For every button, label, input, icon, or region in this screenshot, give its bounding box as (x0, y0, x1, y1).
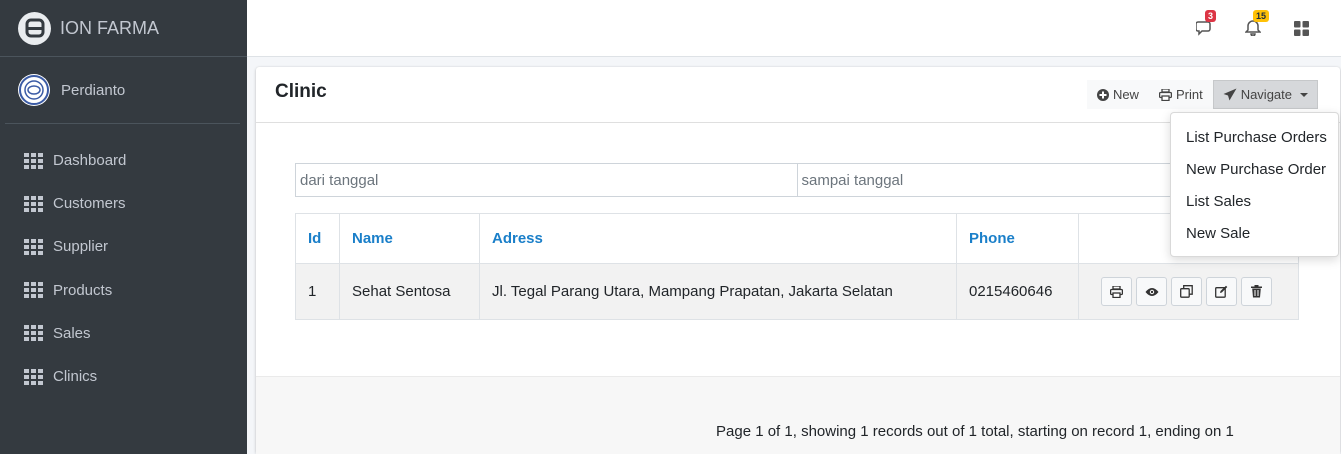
navigate-dropdown-menu: List Purchase Orders New Purchase Order … (1170, 112, 1339, 257)
trash-icon (1251, 285, 1262, 298)
page-title: Clinic (275, 81, 327, 102)
date-filter (295, 163, 1299, 197)
apps-button[interactable] (1277, 16, 1325, 40)
messages-badge: 3 (1205, 10, 1217, 22)
sidebar-item-label: Dashboard (53, 152, 127, 170)
column-header-address[interactable]: Adress (479, 213, 957, 264)
notifications-badge: 15 (1253, 10, 1270, 22)
edit-icon (1215, 285, 1228, 298)
cell-name: Sehat Sentosa (339, 263, 480, 320)
row-print-button[interactable] (1101, 277, 1132, 306)
sidebar-item-label: Clinics (53, 368, 98, 386)
new-label: New (1112, 87, 1139, 102)
eye-icon (1145, 287, 1158, 296)
toolbar: New Print Navigate (1086, 80, 1318, 109)
sidebar-item-sales[interactable]: Sales (0, 312, 247, 355)
user-panel[interactable]: Perdianto (5, 57, 240, 124)
bell-icon (1245, 20, 1261, 36)
user-name: Perdianto (61, 81, 126, 99)
print-icon (1110, 285, 1123, 298)
menu-item-new-sale[interactable]: New Sale (1171, 217, 1338, 249)
sidebar-item-dashboard[interactable]: Dashboard (0, 139, 247, 182)
pagination-summary: Page 1 of 1, showing 1 records out of 1 … (716, 423, 1234, 440)
menu-item-new-purchase-order[interactable]: New Purchase Order (1171, 153, 1338, 185)
brand-link[interactable]: ION FARMA (0, 0, 247, 57)
sidebar-item-products[interactable]: Products (0, 269, 247, 312)
sidebar-item-customers[interactable]: Customers (0, 182, 247, 225)
cell-id: 1 (295, 263, 340, 320)
grid-icon (24, 325, 43, 342)
comments-icon (1196, 21, 1211, 36)
navigate-dropdown-button[interactable]: Navigate (1212, 80, 1318, 109)
notifications-button[interactable]: 15 (1229, 10, 1277, 40)
sidebar: ION FARMA Perdianto Dashboard Customers … (0, 0, 247, 454)
column-header-name[interactable]: Name (339, 213, 480, 264)
topbar: 3 15 (247, 0, 1341, 57)
grid-icon (24, 195, 43, 212)
print-label: Print (1175, 87, 1203, 102)
menu-item-list-sales[interactable]: List Sales (1171, 185, 1338, 217)
row-copy-button[interactable] (1171, 277, 1202, 306)
cell-actions (1078, 263, 1299, 320)
sidebar-item-label: Customers (53, 195, 126, 213)
row-view-button[interactable] (1136, 277, 1167, 306)
cell-address: Jl. Tegal Parang Utara, Mampang Prapatan… (479, 263, 957, 320)
print-icon (1158, 88, 1172, 101)
sidebar-item-clinics[interactable]: Clinics (0, 355, 247, 398)
avatar (18, 74, 50, 106)
th-large-icon (1293, 20, 1309, 36)
row-edit-button[interactable] (1206, 277, 1237, 306)
grid-icon (24, 282, 43, 299)
card-footer: Page 1 of 1, showing 1 records out of 1 … (256, 376, 1340, 454)
navigate-label: Navigate (1240, 87, 1292, 102)
date-from-input[interactable] (295, 163, 798, 197)
grid-icon (24, 152, 43, 169)
sidebar-item-supplier[interactable]: Supplier (0, 225, 247, 268)
sidebar-item-label: Supplier (53, 238, 109, 256)
column-header-id[interactable]: Id (295, 213, 340, 264)
messages-button[interactable]: 3 (1181, 10, 1229, 40)
cell-phone: 0215460646 (956, 263, 1079, 320)
table-header-row: Id Name Adress Phone (295, 213, 1299, 264)
plus-circle-icon (1096, 88, 1109, 101)
table-row: 1 Sehat Sentosa Jl. Tegal Parang Utara, … (295, 263, 1299, 320)
menu-item-list-purchase-orders[interactable]: List Purchase Orders (1171, 121, 1338, 153)
paper-plane-icon (1223, 88, 1237, 101)
print-button[interactable]: Print (1148, 80, 1213, 109)
brand-logo-icon (18, 11, 51, 45)
grid-icon (24, 238, 43, 255)
sidebar-item-label: Products (53, 281, 113, 299)
new-button[interactable]: New (1086, 80, 1149, 109)
copy-icon (1180, 285, 1193, 298)
row-delete-button[interactable] (1241, 277, 1272, 306)
caret-down-icon (1300, 92, 1308, 97)
column-header-phone[interactable]: Phone (956, 213, 1079, 264)
brand-name: ION FARMA (60, 17, 160, 38)
clinic-table: Id Name Adress Phone 1 Sehat Sentosa Jl.… (295, 213, 1299, 320)
sidebar-nav: Dashboard Customers Supplier Products Sa… (0, 139, 247, 398)
grid-icon (24, 368, 43, 385)
sidebar-item-label: Sales (53, 324, 91, 342)
